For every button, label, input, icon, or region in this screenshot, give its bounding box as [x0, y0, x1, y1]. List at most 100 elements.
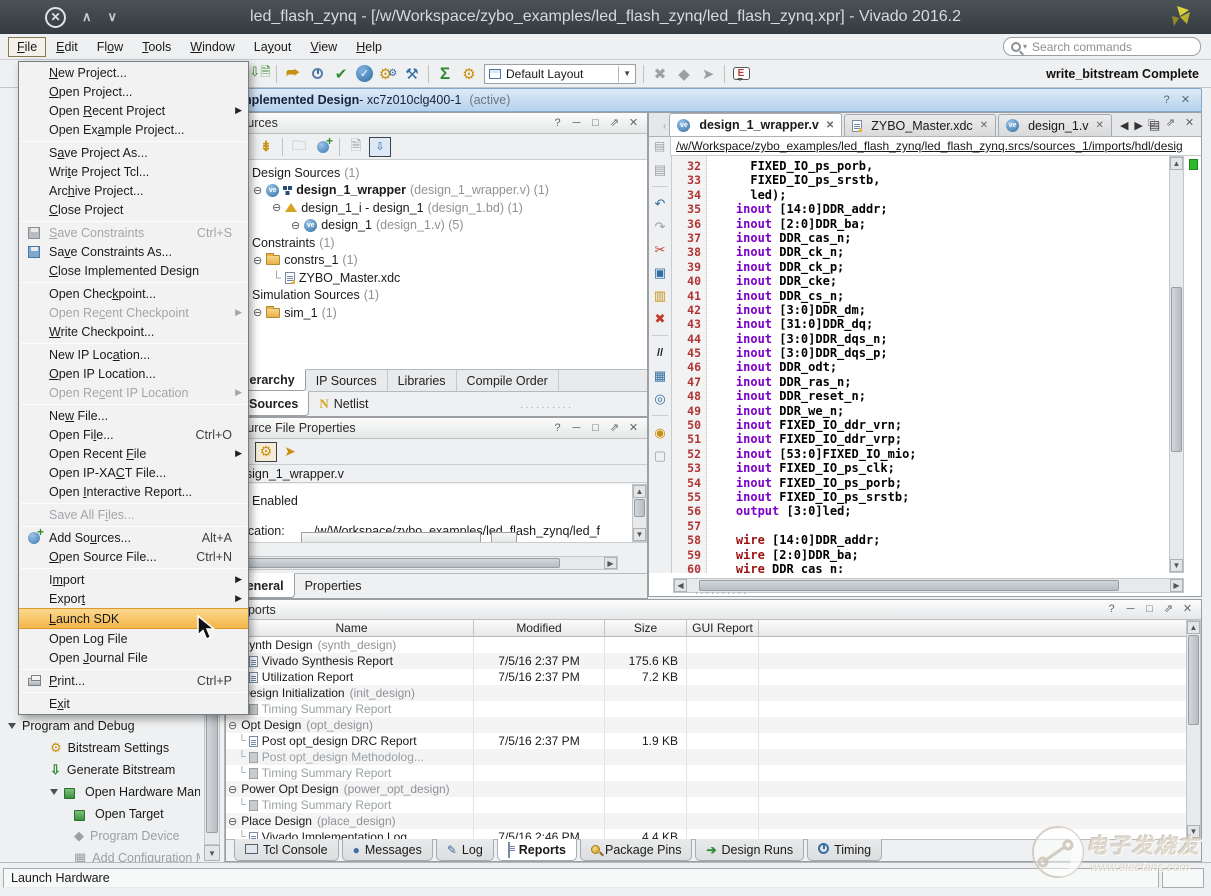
run-stopwatch-icon[interactable]	[306, 63, 328, 85]
search-commands-input[interactable]: ▾ Search commands	[1003, 37, 1201, 56]
menu-flow[interactable]: Flow	[88, 37, 132, 57]
menu-file[interactable]: File	[8, 37, 46, 57]
minimize-icon[interactable]: ─	[569, 421, 584, 436]
close-tab-icon[interactable]: ✕	[1096, 120, 1104, 131]
find-icon[interactable]: ◎	[649, 387, 671, 410]
expand-all-icon[interactable]: ⇟	[255, 137, 277, 157]
menu-item-new-ip-location[interactable]: New IP Location...	[19, 345, 248, 364]
tab-compile-order[interactable]: Compile Order	[457, 370, 559, 391]
splitter-handle[interactable]: ··········	[695, 588, 748, 599]
float-icon[interactable]: ⇗	[1163, 116, 1178, 131]
tree-item-simulation-sources[interactable]: Simulation Sources(1)	[226, 287, 647, 305]
bottom-tab-timing[interactable]: Timing	[807, 839, 882, 861]
column-header-name[interactable]: Name	[230, 620, 474, 636]
tree-item-design-sources[interactable]: Design Sources(1)	[226, 164, 647, 182]
report-row[interactable]: └Post opt_design Methodolog...	[226, 749, 1186, 765]
menu-view[interactable]: View	[301, 37, 346, 57]
menu-item-open-recent-file[interactable]: Open Recent File▶	[19, 444, 248, 463]
menu-item-close-project[interactable]: Close Project	[19, 200, 248, 219]
menu-item-open-log-file[interactable]: Open Log File	[19, 629, 248, 648]
menu-item-open-checkpoint[interactable]: Open Checkpoint...	[19, 284, 248, 303]
flow-nav-program-and-debug[interactable]: Program and Debug	[0, 716, 200, 736]
close-icon[interactable]: ✕	[1178, 93, 1193, 108]
tree-item-constrs-1[interactable]: ⊖constrs_1(1)	[226, 252, 647, 270]
close-tab-icon[interactable]: ✕	[980, 120, 988, 131]
menu-item-open-source-file[interactable]: Open Source File...Ctrl+N	[19, 547, 248, 566]
minimize-icon[interactable]: ─	[569, 116, 584, 131]
bottom-tab-messages[interactable]: ●Messages	[342, 839, 433, 861]
window-shade-up-icon[interactable]: ∧	[82, 9, 92, 25]
comment-icon[interactable]: //	[649, 341, 671, 364]
menu-item-open-file[interactable]: Open File...Ctrl+O	[19, 425, 248, 444]
editor-code-area[interactable]: FIXED_IO_ps_porb, FIXED_IO_ps_srstb, led…	[707, 156, 1168, 573]
help-icon[interactable]: ?	[1159, 93, 1174, 108]
menu-tools[interactable]: Tools	[133, 37, 180, 57]
cropped-button[interactable]	[491, 532, 517, 543]
menu-item-add-sources[interactable]: Add Sources...Alt+A	[19, 528, 248, 547]
menu-item-archive-project[interactable]: Archive Project...	[19, 181, 248, 200]
report-sum-icon[interactable]: Σ	[434, 63, 456, 85]
cropped-button[interactable]	[301, 532, 481, 543]
menu-item-new-project[interactable]: New Project...	[19, 63, 248, 82]
editor-tab-zybo-master-xdc[interactable]: ZYBO_Master.xdc✕	[844, 114, 996, 136]
report-group-row[interactable]: ⊖Opt Design(opt_design)	[226, 717, 1186, 733]
save-file-icon[interactable]: ⇩🗎	[249, 63, 271, 85]
menu-item-open-interactive-report[interactable]: Open Interactive Report...	[19, 482, 248, 501]
flow-nav-open-target[interactable]: Open Target	[0, 804, 200, 824]
flow-nav-generate-bitstream[interactable]: ⇩Generate Bitstream	[0, 760, 200, 780]
close-icon[interactable]: ✕	[626, 421, 641, 436]
group-expander-icon[interactable]: ⊖	[228, 815, 237, 828]
float-icon[interactable]: ⇗	[607, 421, 622, 436]
scroll-down-button[interactable]: ▼	[204, 845, 220, 861]
tab-ip-sources[interactable]: IP Sources	[306, 370, 388, 391]
tree-expander-icon[interactable]: ⊖	[253, 254, 262, 267]
cut-icon[interactable]: ✂	[649, 238, 671, 261]
minimize-icon[interactable]: ─	[1123, 602, 1138, 617]
tree-item-design-1-i-design-1[interactable]: ⊖design_1_i - design_1(design_1.bd) (1)	[226, 199, 647, 217]
help-icon[interactable]: ?	[550, 421, 565, 436]
tree-item-zybo-master-xdc[interactable]: └ZYBO_Master.xdc	[226, 269, 647, 287]
report-group-row[interactable]: ⊖Power Opt Design(power_opt_design)	[226, 781, 1186, 797]
menu-item-print[interactable]: Print...Ctrl+P	[19, 671, 248, 690]
menu-item-open-recent-project[interactable]: Open Recent Project▶	[19, 101, 248, 120]
window-close-icon[interactable]: ✕	[45, 7, 66, 28]
language-message-icon[interactable]: E	[730, 63, 752, 85]
copy-icon[interactable]: ▣	[649, 261, 671, 284]
editor-hscrollbar[interactable]: ◀ ▶	[673, 578, 1184, 593]
menu-item-save-constraints-as[interactable]: Save Constraints As...	[19, 242, 248, 261]
menu-item-open-project[interactable]: Open Project...	[19, 82, 248, 101]
bottom-tab-reports[interactable]: Reports	[497, 839, 577, 861]
tab-libraries[interactable]: Libraries	[388, 370, 457, 391]
tree-expander-icon[interactable]: ⊖	[253, 184, 262, 197]
close-icon[interactable]: ✕	[626, 116, 641, 131]
tree-expander-icon[interactable]: ⊖	[253, 306, 262, 319]
menu-item-new-file[interactable]: New File...	[19, 406, 248, 425]
menu-item-import[interactable]: Import▶	[19, 570, 248, 589]
report-row[interactable]: └Timing Summary Report	[226, 765, 1186, 781]
bottom-tab-log[interactable]: ✎Log	[436, 839, 494, 861]
settings-gears-icon[interactable]: ⚙⚙	[377, 63, 399, 85]
tab-scroll-left-icon[interactable]: ‹	[663, 121, 666, 136]
dock-tab-netlist[interactable]: NNetlist	[309, 392, 378, 416]
tools-icon[interactable]: ⚒	[401, 63, 423, 85]
group-expander-icon[interactable]: ⊖	[228, 719, 237, 732]
timing-constraints-icon[interactable]: ⮫	[282, 63, 304, 85]
validate-design-icon[interactable]: ✓	[356, 65, 373, 82]
column-header-gui-report[interactable]: GUI Report	[687, 620, 759, 636]
menu-item-exit[interactable]: Exit	[19, 694, 248, 713]
window-shade-down-icon[interactable]: ∨	[108, 9, 118, 25]
properties-gear-icon[interactable]: ⚙	[255, 442, 277, 462]
reports-vscrollbar[interactable]: ▲ ▼	[1186, 620, 1201, 839]
menu-item-launch-sdk[interactable]: Launch SDK	[19, 608, 248, 629]
help-icon[interactable]: ?	[1104, 602, 1119, 617]
validate-clipboard-icon[interactable]: ✔	[330, 63, 352, 85]
close-icon[interactable]: ✕	[1180, 602, 1195, 617]
menu-item-open-ip-xact-file[interactable]: Open IP-XACT File...	[19, 463, 248, 482]
block-select-icon[interactable]: ▦	[649, 364, 671, 387]
editor-tab-design-1-v[interactable]: design_1.v✕	[998, 114, 1112, 136]
properties-hscrollbar[interactable]: ▶	[228, 556, 618, 570]
editor-tab-design-1-wrapper-v[interactable]: design_1_wrapper.v✕	[669, 113, 842, 136]
report-group-row[interactable]: ⊖Design Initialization(init_design)	[226, 685, 1186, 701]
float-icon[interactable]: ⇗	[1161, 602, 1176, 617]
splitter-handle[interactable]: ··········	[520, 402, 573, 413]
